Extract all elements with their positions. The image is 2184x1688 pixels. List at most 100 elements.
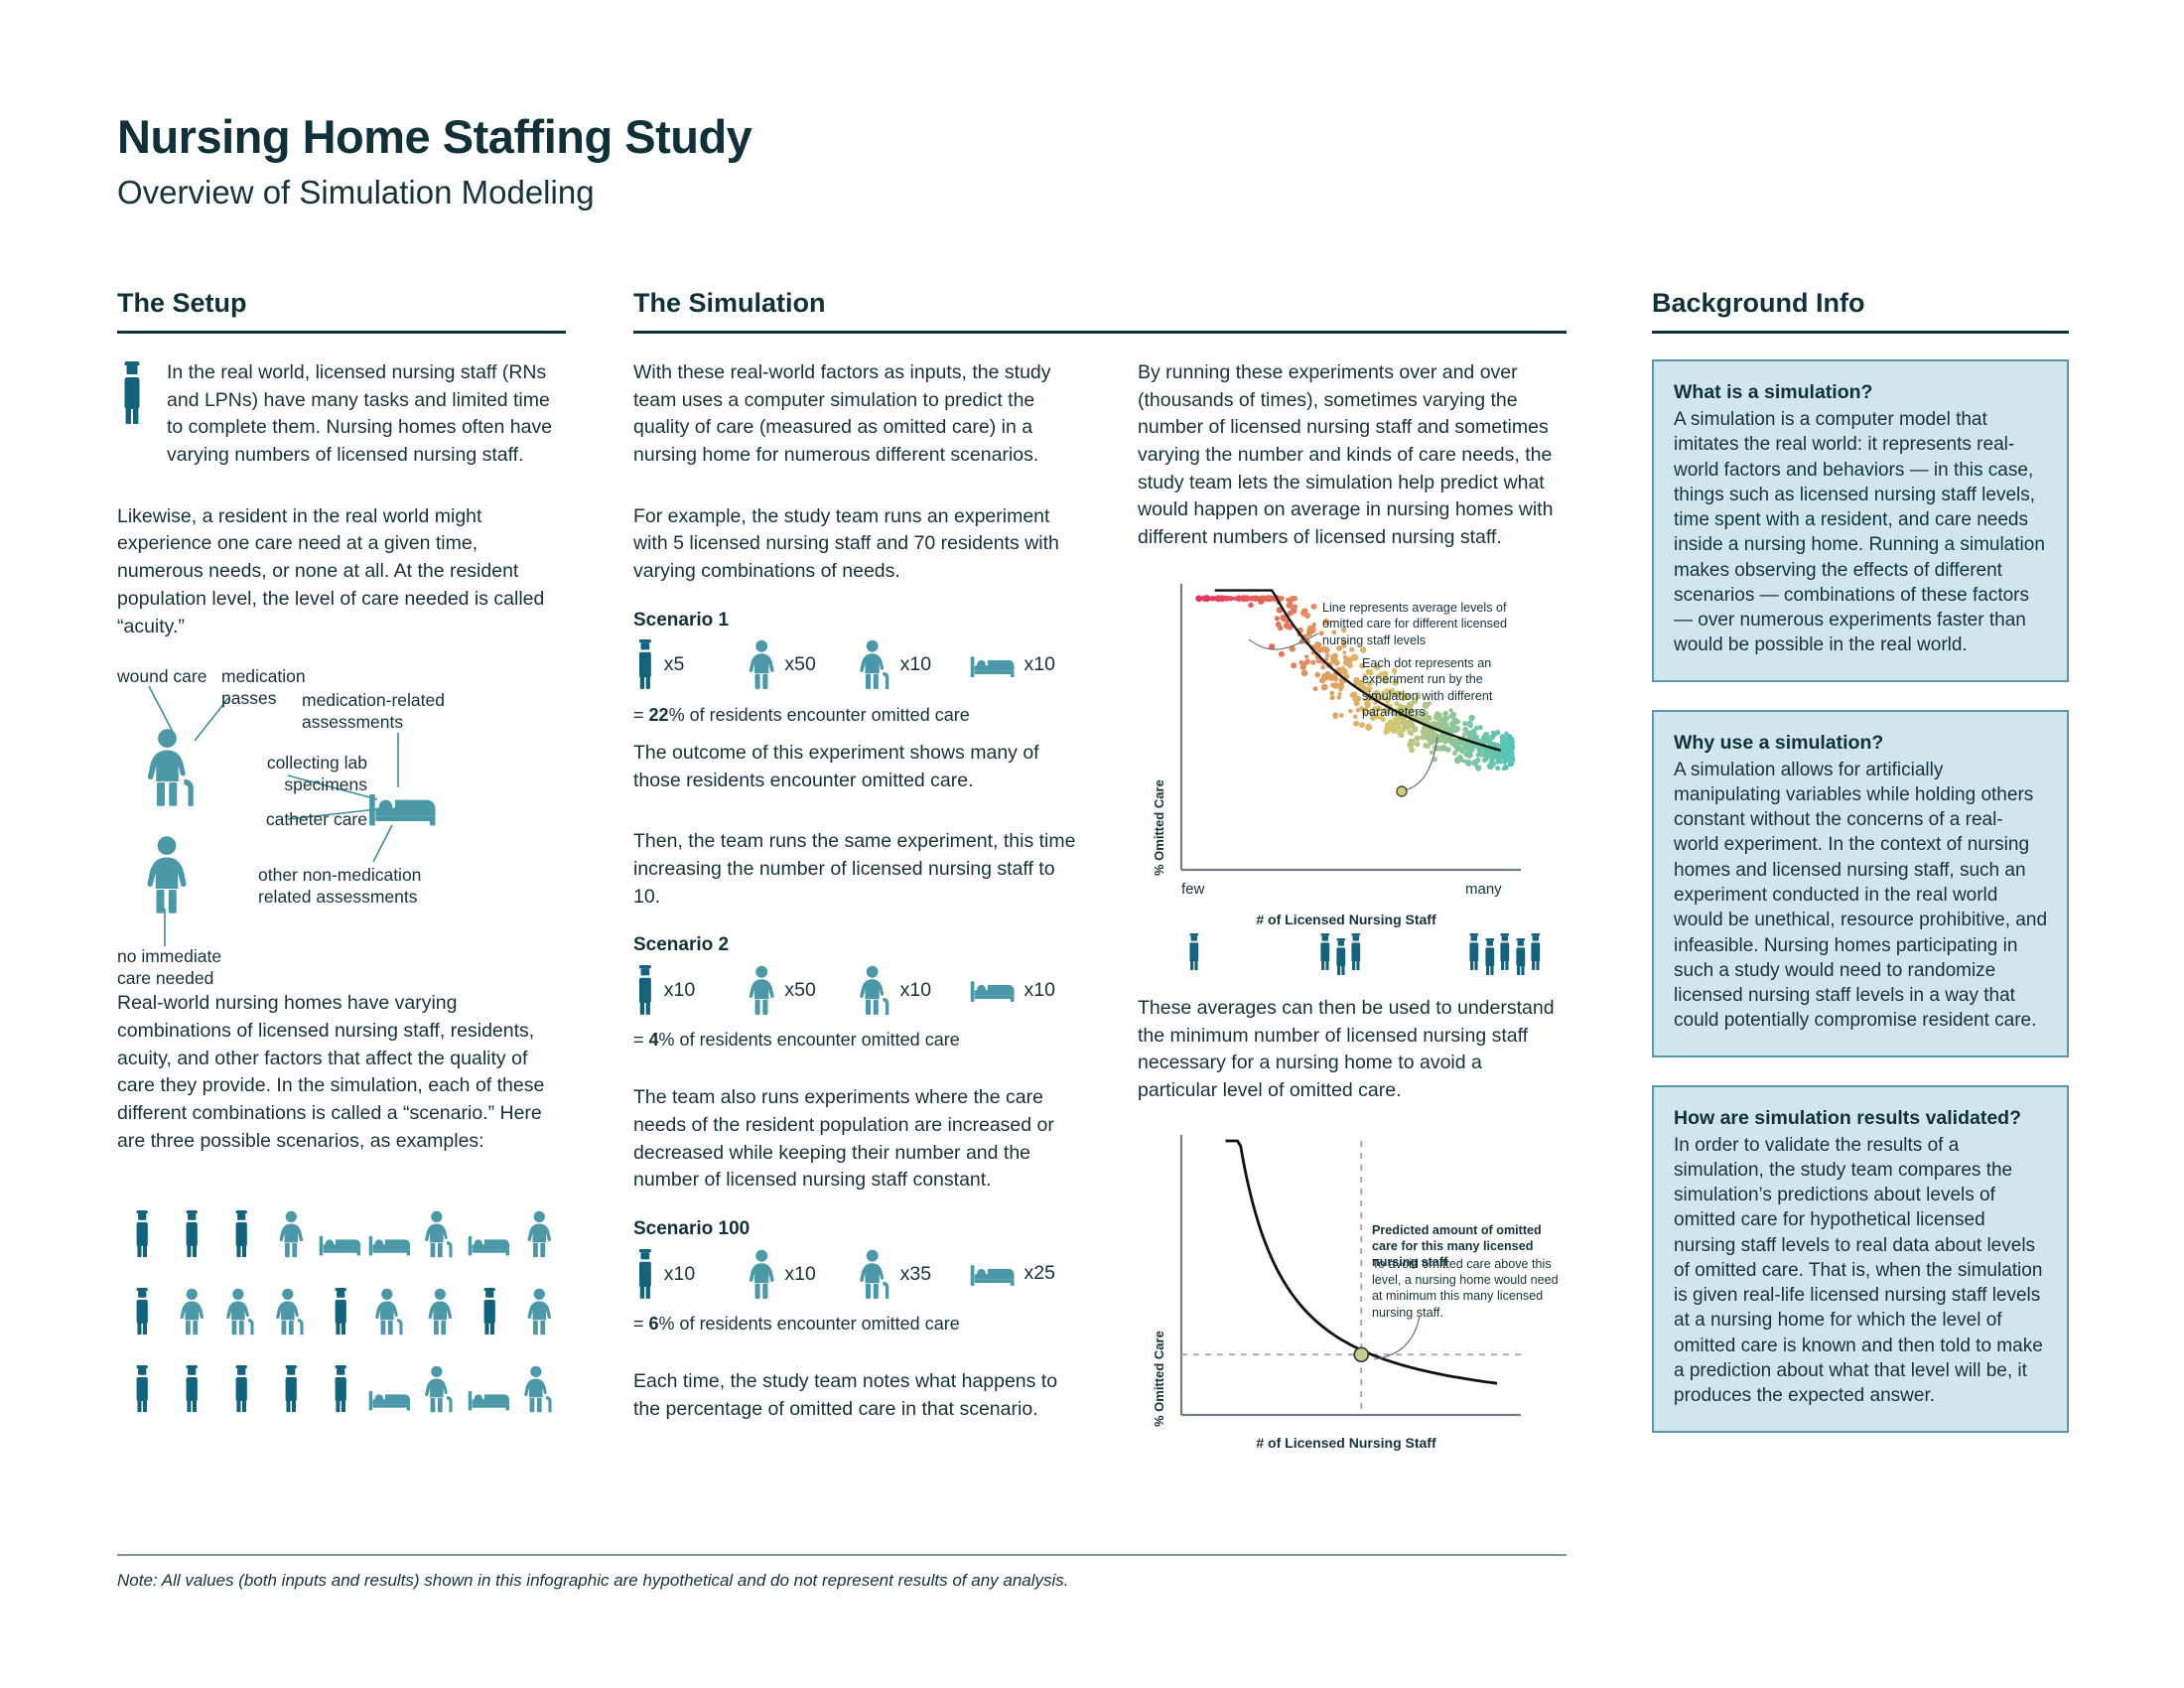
background-card-2: Why use a simulation? A simulation allows… <box>1652 709 2069 1057</box>
staff-group-1 <box>1185 933 1201 971</box>
background-card-body: In order to validate the results of a si… <box>1674 1134 2043 1407</box>
nurse-icon <box>181 1365 203 1413</box>
scenario-item-count: x10 <box>663 978 696 1001</box>
result-prefix: = <box>633 1314 644 1334</box>
pictogram-cell <box>415 1210 465 1258</box>
nurse-icon <box>117 359 151 425</box>
staff-group-3 <box>1316 933 1363 971</box>
pictogram-cell <box>514 1210 564 1258</box>
label-other-assessments: other non-medication related assessments <box>258 865 422 908</box>
pictogram-cell <box>316 1230 365 1259</box>
resident-cane-icon <box>522 1365 556 1413</box>
pictogram-cell <box>216 1210 266 1258</box>
simulation-scenario100-intro: The team also runs experiments where the… <box>633 1086 1054 1192</box>
pictogram-cell <box>415 1288 465 1336</box>
scenario-100-icons: x10 x10 x35 x25 <box>633 1246 1082 1302</box>
nurse-icon <box>330 1365 351 1413</box>
nurse-icon <box>478 1288 500 1336</box>
scenario-2-icons: x10 x50 x10 x10 <box>633 962 1082 1018</box>
pictogram-cell <box>316 1365 365 1413</box>
setup-scenarios-intro: Real-world nursing homes have varying co… <box>117 992 545 1152</box>
nurse-icon <box>633 639 657 690</box>
resident-icon <box>746 1249 777 1300</box>
scatter-x-tick-many: many <box>1465 880 1502 898</box>
result-prefix: = <box>633 1030 644 1051</box>
result-value: 4 <box>648 1030 659 1051</box>
result-suffix: % of residents encounter omitted care <box>668 704 970 725</box>
scenario-item-count: x10 <box>663 1262 696 1285</box>
resident-cane-icon <box>224 1288 258 1336</box>
pictogram-cell <box>266 1210 316 1258</box>
background-card-3: How are simulation results validated? In … <box>1652 1084 2069 1433</box>
label-collecting-lab-specimens: collecting lab specimens <box>266 753 367 795</box>
result-value: 6 <box>648 1314 659 1334</box>
pictogram-cell <box>117 1210 167 1258</box>
resident-icon <box>276 1210 307 1258</box>
bed-icon <box>970 650 1018 680</box>
pictogram-cell <box>266 1288 316 1336</box>
nurse-icon <box>1347 933 1365 971</box>
scenario-100-block: Scenario 100 x10 x10 x35 x25 = 6% of reside… <box>633 1218 1082 1335</box>
simulation-scenario2-intro: Then, the team runs the same experiment,… <box>633 830 1076 908</box>
simulation-intro-text: With these real-world factors as inputs,… <box>633 361 1051 467</box>
background-column: Background Info What is a simulation? A s… <box>1652 288 2069 1461</box>
scenario-item-resident-cane: x10 <box>858 965 970 1016</box>
bed-icon <box>368 1385 413 1414</box>
setup-intro-text: In the real world, licensed nursing staf… <box>167 361 553 467</box>
label-no-immediate-care: no immediate care needed <box>117 946 222 989</box>
scenario-item-nurse: x5 <box>633 639 746 690</box>
resident-icon <box>524 1288 555 1336</box>
scatter-y-axis-label: % Omitted Care <box>1152 779 1166 876</box>
scenario-item-resident: x50 <box>746 965 858 1016</box>
pictogram-cell <box>117 1365 167 1413</box>
scatter-x-tick-few: few <box>1181 880 1205 898</box>
result-suffix: % of residents encounter omitted care <box>658 1030 960 1051</box>
label-medication-related-assessments: medication-related assessments <box>302 690 445 733</box>
resident-cane-icon <box>373 1288 407 1336</box>
background-card-body: A simulation is a computer model that im… <box>1674 409 2045 656</box>
setup-column: The Setup In the real world, licensed nu… <box>117 288 566 1413</box>
bed-icon <box>970 975 1018 1005</box>
scenario-2-result: = 4% of residents encounter omitted care <box>633 1030 1082 1051</box>
scenario-item-resident: x50 <box>746 639 858 690</box>
simulation-left-subcolumn: With these real-world factors as inputs,… <box>633 359 1082 1459</box>
resident-cane-icon <box>274 1288 308 1336</box>
nurse-icon <box>131 1210 153 1258</box>
scenario-item-count: x50 <box>784 653 816 676</box>
page-title: Nursing Home Staffing Study <box>117 110 752 163</box>
scatter-x-axis-label: # of Licensed Nursing Staff <box>1256 911 1436 927</box>
threshold-callout-body: To avoid omitted care above this level, … <box>1372 1256 1559 1320</box>
background-card-heading: What is a simulation? <box>1674 381 1873 403</box>
pictogram-row-3 <box>117 1336 566 1413</box>
pictogram-cell <box>465 1230 514 1259</box>
minimum-staff-threshold-chart: % Omitted Care Predicted amount of omitt… <box>1138 1131 1567 1459</box>
nurse-icon-wrapper <box>1185 933 1203 971</box>
scenario-2-label: Scenario 2 <box>633 934 730 956</box>
background-card-body: A simulation allows for artificially man… <box>1674 759 2048 1032</box>
background-column-rule <box>1652 331 2069 334</box>
scenario-item-resident-cane: x10 <box>858 639 970 690</box>
setup-pictogram-grid <box>117 1181 566 1413</box>
resident-icon <box>142 835 192 914</box>
result-value: 22 <box>648 704 669 725</box>
nurse-icon <box>1527 933 1545 971</box>
simulation-closing-text: Each time, the study team notes what hap… <box>633 1370 1058 1420</box>
setup-acuity-text: Likewise, a resident in the real world m… <box>117 504 545 637</box>
pictogram-cell <box>465 1385 514 1414</box>
threshold-x-axis-label: # of Licensed Nursing Staff <box>1256 1434 1436 1451</box>
scenario-item-count: x10 <box>899 978 932 1001</box>
scenario-item-count: x10 <box>784 1262 816 1285</box>
pictogram-cell <box>316 1288 365 1336</box>
pictogram-row-2 <box>117 1258 566 1336</box>
pictogram-cell <box>365 1385 415 1414</box>
pictogram-cell <box>415 1365 465 1413</box>
resident-cane-icon <box>858 639 893 690</box>
scenario-item-nurse: x10 <box>633 1249 746 1300</box>
resident-icon <box>524 1210 555 1258</box>
result-prefix: = <box>633 704 644 725</box>
pictogram-cell <box>216 1365 266 1413</box>
care-needs-diagram: wound care medication passes medication-… <box>117 658 566 988</box>
bed-icon <box>468 1230 512 1259</box>
nurse-icon <box>230 1365 252 1413</box>
background-card-heading: How are simulation results validated? <box>1674 1106 2022 1129</box>
